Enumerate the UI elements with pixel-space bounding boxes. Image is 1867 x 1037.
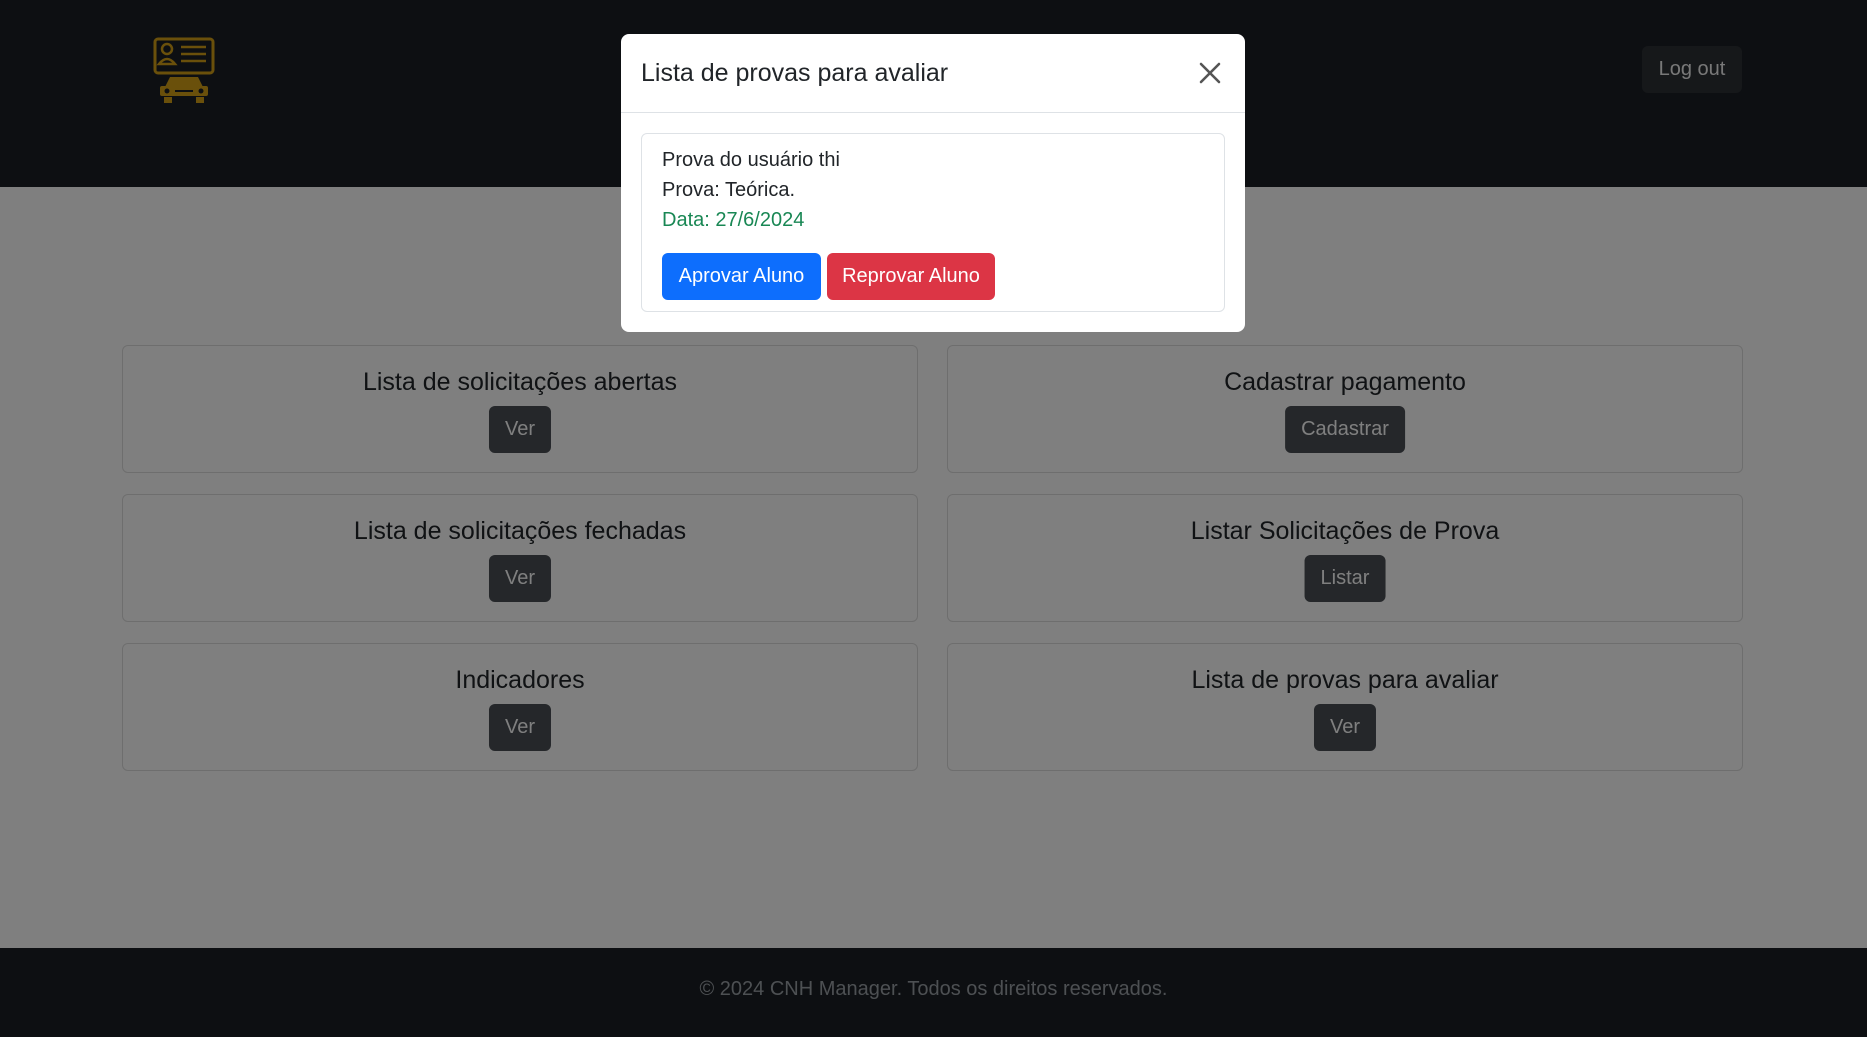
reject-student-button[interactable]: Reprovar Aluno: [827, 253, 995, 300]
close-icon[interactable]: [1195, 58, 1225, 88]
exam-item: Prova do usuário thi Prova: Teórica. Dat…: [641, 133, 1225, 312]
exam-date: Data: 27/6/2024: [662, 209, 805, 231]
modal-header: Lista de provas para avaliar: [621, 34, 1245, 113]
exam-type: Prova: Teórica.: [662, 179, 796, 201]
exams-to-evaluate-modal: Lista de provas para avaliar Prova do us…: [621, 34, 1245, 332]
approve-student-button[interactable]: Aprovar Aluno: [662, 253, 821, 300]
modal-title: Lista de provas para avaliar: [641, 59, 949, 87]
exam-user: Prova do usuário thi: [662, 149, 840, 171]
